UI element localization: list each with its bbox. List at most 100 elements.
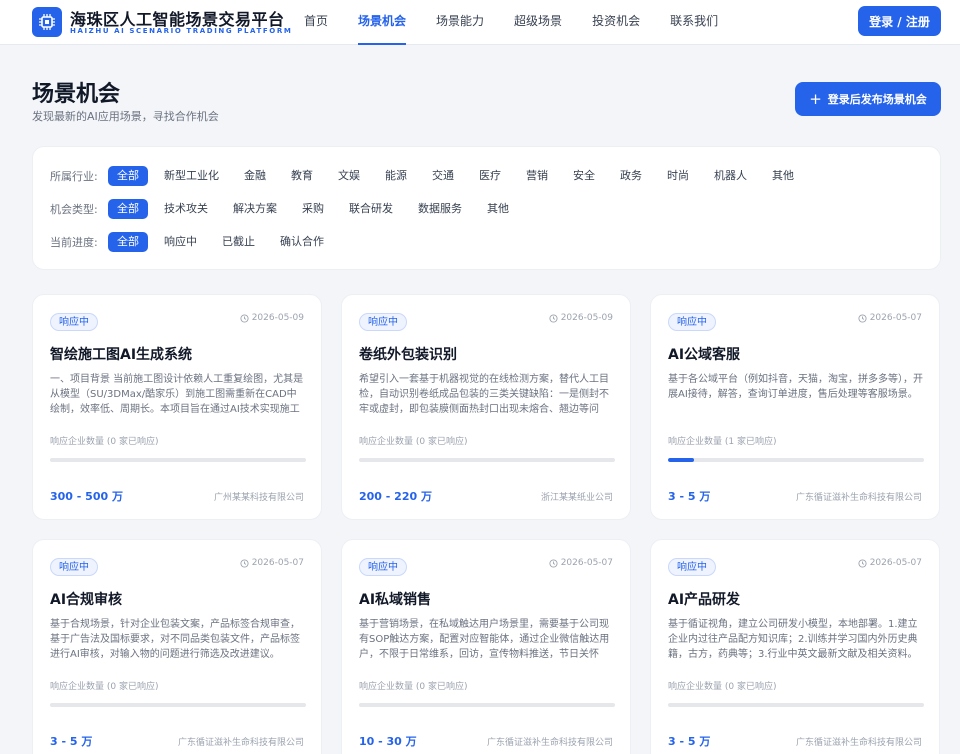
status-badge: 响应中 — [50, 558, 98, 576]
nav-investment[interactable]: 投资机会 — [592, 0, 640, 45]
date-label: 2026-05-07 — [858, 558, 922, 568]
card-description: 基于各公域平台（例如抖音，天猫，淘宝，拼多多等），开展AI接待，解答，查询订单进… — [668, 374, 923, 400]
top-navbar: 海珠区人工智能场景交易平台 HAIZHU AI SCENARIO TRADING… — [0, 0, 960, 45]
status-badge: 响应中 — [359, 313, 407, 331]
opportunity-card[interactable]: 响应中 2026-05-07 AI合规审核 基于合规场景，针对企业包装文案，产品标签合… — [32, 539, 322, 754]
card-title[interactable]: 卷纸外包装识别 — [359, 344, 457, 364]
opportunity-card[interactable]: 响应中 2026-05-07 AI产品研发基于循证视角，建立公司研发小模型，本地部署… — [650, 539, 940, 754]
chip-progress-all[interactable]: 全部 — [108, 232, 148, 252]
card-date: 2026-05-07 — [869, 313, 922, 323]
chip-industry-energy[interactable]: 能源 — [376, 166, 416, 186]
chip-industry-industrialization[interactable]: 新型工业化 — [155, 166, 228, 186]
chip-type-tech[interactable]: 技术攻关 — [155, 199, 217, 219]
nav-contact[interactable]: 联系我们 — [670, 0, 718, 45]
brand-subtitle: HAIZHU AI SCENARIO TRADING PLATFORM — [70, 27, 293, 35]
clock-icon-svg — [240, 558, 249, 568]
card-description: 基于循证视角，建立公司研发小模型，本地部署。1.建立企业内过往产品配方知识库；2… — [668, 619, 918, 660]
page-subtitle: 发现最新的AI应用场景，寻找合作机会 — [32, 110, 219, 123]
card-description: 希望引入一套基于机器视觉的在线检测方案，替代人工目检，自动识别卷纸成品包装的三类… — [359, 374, 609, 415]
budget-range: 10 - 30 万 — [359, 735, 417, 748]
company-name: 广州某某科技有限公司 — [213, 493, 304, 503]
card-title[interactable]: AI公域客服 — [668, 344, 740, 364]
clock-icon — [549, 558, 561, 568]
chip-type-solution[interactable]: 解决方案 — [224, 199, 286, 219]
card-title[interactable]: 智绘施工图AI生成系统 — [50, 344, 192, 364]
response-progress-bar — [668, 458, 924, 462]
filter-row-type: 机会类型: 全部 技术攻关 解决方案 采购 联合研发 数据服务 其他 — [50, 198, 525, 220]
chip-industry-transport[interactable]: 交通 — [423, 166, 463, 186]
chip-industry-education[interactable]: 教育 — [282, 166, 322, 186]
clock-icon — [240, 313, 252, 323]
clock-icon — [240, 558, 252, 568]
company-name: 广东循证滋补生命科技有限公司 — [795, 493, 922, 503]
opportunity-card[interactable]: 响应中 2026-05-07 AI公域客服 基于各公域平台（例如抖音，天猫，淘宝，拼多… — [650, 294, 940, 520]
card-date: 2026-05-09 — [560, 313, 613, 323]
chip-industry-security[interactable]: 安全 — [564, 166, 604, 186]
company-name: 浙江某某纸业公司 — [540, 493, 613, 503]
opportunity-card[interactable]: 响应中 2026-05-09 卷纸外包装识别希望引入一套基于机器视觉的在线检测方案，… — [341, 294, 631, 520]
chip-progress-confirmed[interactable]: 确认合作 — [271, 232, 333, 252]
clock-icon-svg — [549, 313, 558, 323]
card-date: 2026-05-07 — [560, 558, 613, 568]
chip-progress-responding[interactable]: 响应中 — [155, 232, 206, 252]
response-progress-bar — [359, 703, 615, 707]
chip-industry-all[interactable]: 全部 — [108, 166, 148, 186]
card-description: 基于合规场景，针对企业包装文案，产品标签合规审查，基于广告法及国标要求，对不同品… — [50, 619, 300, 660]
chip-type-all[interactable]: 全部 — [108, 199, 148, 219]
nav-scenario-capabilities[interactable]: 场景能力 — [436, 0, 484, 45]
budget-range: 3 - 5 万 — [668, 490, 711, 503]
chip-type-data-service[interactable]: 数据服务 — [409, 199, 471, 219]
card-title[interactable]: AI合规审核 — [50, 589, 122, 609]
response-count: 响应企业数量 (0 家已响应) — [359, 682, 468, 692]
chip-type-other[interactable]: 其他 — [478, 199, 518, 219]
opportunity-card[interactable]: 响应中 2026-05-09 智绘施工图AI生成系统一、项目背景 当前施工图设计依赖… — [32, 294, 322, 520]
chip-industry-finance[interactable]: 金融 — [235, 166, 275, 186]
response-progress-bar — [50, 458, 306, 462]
page-title: 场景机会 — [32, 82, 121, 107]
clock-icon-svg — [549, 558, 558, 568]
budget-range: 200 - 220 万 — [359, 490, 432, 503]
chip-industry-fashion[interactable]: 时尚 — [658, 166, 698, 186]
chip-industry-medical[interactable]: 医疗 — [470, 166, 510, 186]
response-count: 响应企业数量 (0 家已响应) — [668, 682, 777, 692]
chip-type-procurement[interactable]: 采购 — [293, 199, 333, 219]
chip-icon[interactable] — [32, 7, 62, 37]
chip-industry-marketing[interactable]: 营销 — [517, 166, 557, 186]
card-title[interactable]: AI私域销售 — [359, 589, 431, 609]
chip-progress-closed[interactable]: 已截止 — [213, 232, 264, 252]
budget-range: 300 - 500 万 — [50, 490, 123, 503]
date-label: 2026-05-09 — [240, 313, 304, 323]
chip-type-joint-rd[interactable]: 联合研发 — [340, 199, 402, 219]
date-label: 2026-05-09 — [549, 313, 613, 323]
chip-icon-svg — [39, 14, 55, 30]
status-badge: 响应中 — [668, 558, 716, 576]
clock-icon-svg — [858, 558, 867, 568]
nav-super-scenarios[interactable]: 超级场景 — [514, 0, 562, 45]
card-date: 2026-05-09 — [251, 313, 304, 323]
opportunity-card[interactable]: 响应中 2026-05-07 AI私域销售 基于营销场景，在私域触达用户场景里，需要基… — [341, 539, 631, 754]
date-label: 2026-05-07 — [858, 313, 922, 323]
budget-range: 3 - 5 万 — [668, 735, 711, 748]
chip-industry-other[interactable]: 其他 — [763, 166, 803, 186]
status-badge: 响应中 — [50, 313, 98, 331]
date-label: 2026-05-07 — [549, 558, 613, 568]
login-register-button[interactable]: 登录 / 注册 — [858, 6, 941, 36]
chip-industry-government[interactable]: 政务 — [611, 166, 651, 186]
response-count: 响应企业数量 (0 家已响应) — [50, 437, 159, 447]
response-count: 响应企业数量 (1 家已响应) — [668, 437, 777, 447]
plus-icon: + — [809, 89, 822, 108]
response-progress-fill — [668, 458, 694, 462]
filter-row-industry: 所属行业: 全部 新型工业化 金融 教育 文娱 能源 交通 医疗 营销 安全 政… — [50, 165, 810, 187]
filter-label-industry: 所属行业: — [50, 170, 98, 183]
filter-row-progress: 当前进度: 全部 响应中 已截止 确认合作 — [50, 231, 340, 253]
company-name: 广东循证滋补生命科技有限公司 — [795, 738, 922, 748]
card-description: 一、项目背景 当前施工图设计依赖人工重复绘图，尤其是从模型（SU/3DMax/酷… — [50, 374, 304, 415]
chip-industry-robotics[interactable]: 机器人 — [705, 166, 756, 186]
nav-scenario-opportunities[interactable]: 场景机会 — [358, 0, 407, 45]
response-count: 响应企业数量 (0 家已响应) — [359, 437, 468, 447]
nav-home[interactable]: 首页 — [304, 0, 328, 45]
chip-industry-entertainment[interactable]: 文娱 — [329, 166, 369, 186]
publish-opportunity-button[interactable]: + 登录后发布场景机会 — [795, 82, 941, 116]
clock-icon — [858, 558, 870, 568]
card-title[interactable]: AI产品研发 — [668, 589, 740, 609]
